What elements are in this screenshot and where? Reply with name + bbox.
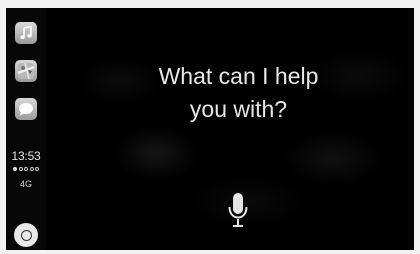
home-button[interactable]	[14, 223, 38, 247]
signal-strength-indicator	[12, 167, 40, 171]
microphone-icon[interactable]	[227, 192, 249, 232]
network-type: 4G	[19, 179, 32, 189]
siri-prompt-line2: you with?	[189, 96, 288, 122]
signal-dot	[35, 167, 39, 171]
sidebar: 13:53 4G	[6, 8, 46, 250]
siri-prompt: What can I help you with?	[76, 60, 401, 126]
home-button-icon	[20, 229, 32, 241]
signal-dot	[13, 167, 17, 171]
siri-prompt-line1: What can I help	[158, 63, 319, 89]
signal-dot	[24, 167, 28, 171]
maps-app-button[interactable]	[15, 60, 37, 82]
signal-dot	[29, 167, 34, 171]
music-app-button[interactable]	[15, 22, 37, 44]
signal-dot	[18, 167, 23, 171]
map-icon	[17, 62, 35, 80]
carplay-screen: 13:53 4G What can I help you with?	[6, 8, 414, 250]
music-note-icon	[20, 26, 32, 39]
status-time: 13:53	[11, 149, 41, 163]
speech-bubble-icon	[19, 103, 33, 116]
messages-app-button[interactable]	[15, 98, 37, 120]
